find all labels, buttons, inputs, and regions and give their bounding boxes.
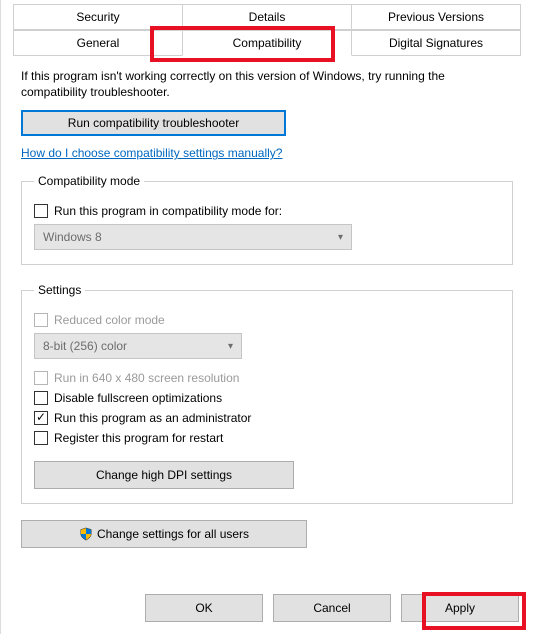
run-640-checkrow: Run in 640 x 480 screen resolution — [34, 371, 500, 385]
compat-mode-label: Run this program in compatibility mode f… — [54, 204, 282, 218]
color-mode-select: 8-bit (256) color ▾ — [34, 333, 242, 359]
reduced-color-label: Reduced color mode — [54, 313, 165, 327]
help-link[interactable]: How do I choose compatibility settings m… — [21, 146, 282, 160]
properties-window: Security Details Previous Versions Gener… — [0, 0, 533, 634]
run-troubleshooter-button[interactable]: Run compatibility troubleshooter — [21, 110, 286, 136]
color-mode-select-value: 8-bit (256) color — [43, 339, 127, 353]
change-dpi-button[interactable]: Change high DPI settings — [34, 461, 294, 489]
run-admin-checkbox[interactable] — [34, 411, 48, 425]
change-all-users-label: Change settings for all users — [97, 527, 249, 541]
run-admin-checkrow[interactable]: Run this program as an administrator — [34, 411, 500, 425]
dialog-footer: OK Cancel Apply — [1, 594, 533, 622]
tab-digital-signatures[interactable]: Digital Signatures — [351, 30, 521, 56]
register-restart-checkrow[interactable]: Register this program for restart — [34, 431, 500, 445]
chevron-down-icon: ▾ — [338, 232, 343, 243]
tab-row-top: Security Details Previous Versions — [13, 4, 521, 30]
tab-compatibility[interactable]: Compatibility — [182, 30, 352, 56]
disable-fullscreen-checkbox[interactable] — [34, 391, 48, 405]
tab-details[interactable]: Details — [182, 4, 352, 30]
tabs-area: Security Details Previous Versions Gener… — [1, 0, 533, 56]
reduced-color-checkbox — [34, 313, 48, 327]
run-admin-label: Run this program as an administrator — [54, 411, 251, 425]
compat-mode-checkbox[interactable] — [34, 204, 48, 218]
shield-icon — [79, 527, 93, 541]
chevron-down-icon: ▾ — [228, 341, 233, 352]
tab-row-bottom: General Compatibility Digital Signatures — [13, 30, 521, 56]
run-640-checkbox — [34, 371, 48, 385]
disable-fullscreen-checkrow[interactable]: Disable fullscreen optimizations — [34, 391, 500, 405]
settings-group: Settings Reduced color mode 8-bit (256) … — [21, 283, 513, 504]
cancel-button[interactable]: Cancel — [273, 594, 391, 622]
intro-text: If this program isn't working correctly … — [21, 68, 513, 100]
tab-previous-versions[interactable]: Previous Versions — [351, 4, 521, 30]
reduced-color-checkrow: Reduced color mode — [34, 313, 500, 327]
run-640-label: Run in 640 x 480 screen resolution — [54, 371, 239, 385]
tab-security[interactable]: Security — [13, 4, 183, 30]
compatibility-mode-legend: Compatibility mode — [34, 174, 144, 188]
ok-button[interactable]: OK — [145, 594, 263, 622]
register-restart-label: Register this program for restart — [54, 431, 223, 445]
register-restart-checkbox[interactable] — [34, 431, 48, 445]
disable-fullscreen-label: Disable fullscreen optimizations — [54, 391, 222, 405]
tab-content: If this program isn't working correctly … — [21, 68, 513, 579]
settings-legend: Settings — [34, 283, 85, 297]
compatibility-mode-group: Compatibility mode Run this program in c… — [21, 174, 513, 265]
compat-mode-checkrow[interactable]: Run this program in compatibility mode f… — [34, 204, 500, 218]
compat-mode-select-value: Windows 8 — [43, 230, 102, 244]
compat-mode-select[interactable]: Windows 8 ▾ — [34, 224, 352, 250]
change-all-users-button[interactable]: Change settings for all users — [21, 520, 307, 548]
apply-button[interactable]: Apply — [401, 594, 519, 622]
tab-general[interactable]: General — [13, 30, 183, 56]
